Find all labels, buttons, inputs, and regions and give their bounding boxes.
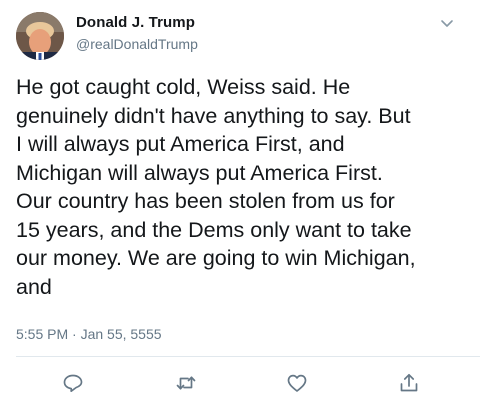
heart-icon — [287, 374, 307, 392]
avatar[interactable] — [16, 12, 64, 60]
share-button[interactable] — [397, 371, 421, 395]
tweet-card: Donald J. Trump @realDonaldTrump He got … — [0, 0, 480, 410]
reply-icon — [63, 374, 83, 393]
like-button[interactable] — [285, 371, 309, 395]
divider — [16, 356, 480, 357]
tweet-timestamp[interactable]: 5:55 PM · Jan 55, 5555 — [16, 326, 162, 342]
author-handle[interactable]: @realDonaldTrump — [76, 36, 198, 52]
retweet-icon — [176, 376, 196, 390]
chevron-down-icon[interactable] — [440, 16, 454, 30]
author-name[interactable]: Donald J. Trump — [76, 14, 195, 31]
reply-button[interactable] — [61, 371, 85, 395]
tweet-text: He got caught cold, Weiss said. He genui… — [16, 75, 416, 299]
retweet-button[interactable] — [174, 371, 198, 395]
share-icon — [400, 373, 418, 392]
